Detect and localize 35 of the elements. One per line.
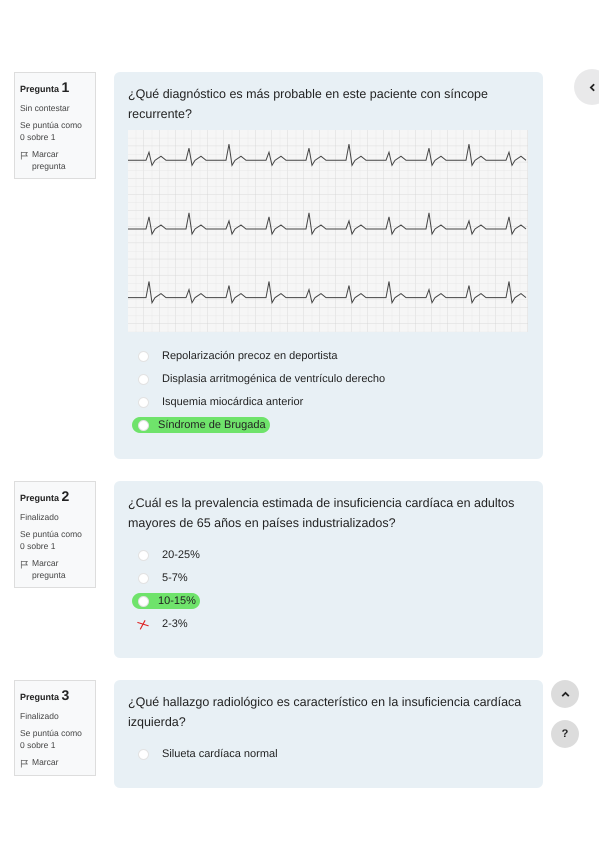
question-text: ¿Qué diagnóstico es más probable en este paciente con síncope recurrente?	[128, 86, 489, 123]
answer-option[interactable]: 5-7%	[158, 570, 192, 586]
answer-option[interactable]: 20-25%	[158, 547, 204, 563]
question-status: Sin contestar	[20, 103, 71, 114]
flag-icon[interactable]	[20, 151, 29, 160]
question-status: Finalizado	[20, 512, 60, 524]
radio-button[interactable]	[138, 572, 148, 584]
flag-link[interactable]: Marcar pregunta	[32, 558, 90, 582]
question-score: Se puntúa como 0 sobre 1	[20, 120, 83, 144]
question-text: ¿Cuál es la prevalencia estimada de insuficiencia cardíaca en adultos mayores de 65 años en países industrializados?	[128, 495, 516, 532]
answer-option[interactable]: 2-3%	[158, 616, 192, 632]
help-button[interactable]: ?	[551, 720, 579, 748]
question-number: Pregunta 1	[20, 79, 70, 95]
question-score: Se puntúa como 0 sobre 1	[20, 728, 83, 752]
flag-icon[interactable]	[20, 560, 29, 570]
question-status: Finalizado	[20, 711, 60, 722]
radio-button[interactable]	[138, 396, 148, 408]
question-text: ¿Qué hallazgo radiológico es característico en la insuficiencia cardíaca izquierda?	[128, 694, 522, 731]
flag-link[interactable]: Marcar pregunta	[32, 149, 90, 172]
answer-option[interactable]: Isquemia miocárdica anterior	[158, 394, 308, 410]
answer-option[interactable]: Displasia arritmogénica de ventrículo derecho	[158, 371, 390, 387]
answer-option[interactable]: Silueta cardíaca normal	[158, 746, 282, 762]
flag-icon[interactable]	[20, 759, 29, 768]
radio-button[interactable]	[138, 748, 148, 760]
question-score: Se puntúa como 0 sobre 1	[20, 529, 83, 552]
answer-option[interactable]: Síndrome de Brugada	[132, 417, 270, 433]
answer-option[interactable]: Repolarización precoz en deportista	[158, 348, 342, 364]
question-number: Pregunta 2	[20, 488, 70, 504]
flag-link[interactable]: Marcar	[32, 757, 58, 769]
answer-option[interactable]: 10-15%	[132, 593, 200, 609]
question-number: Pregunta 3	[20, 687, 70, 703]
radio-button[interactable]	[138, 350, 148, 362]
scroll-up-button[interactable]	[551, 680, 579, 708]
radio-button[interactable]	[138, 374, 148, 384]
radio-button[interactable]	[138, 550, 148, 560]
